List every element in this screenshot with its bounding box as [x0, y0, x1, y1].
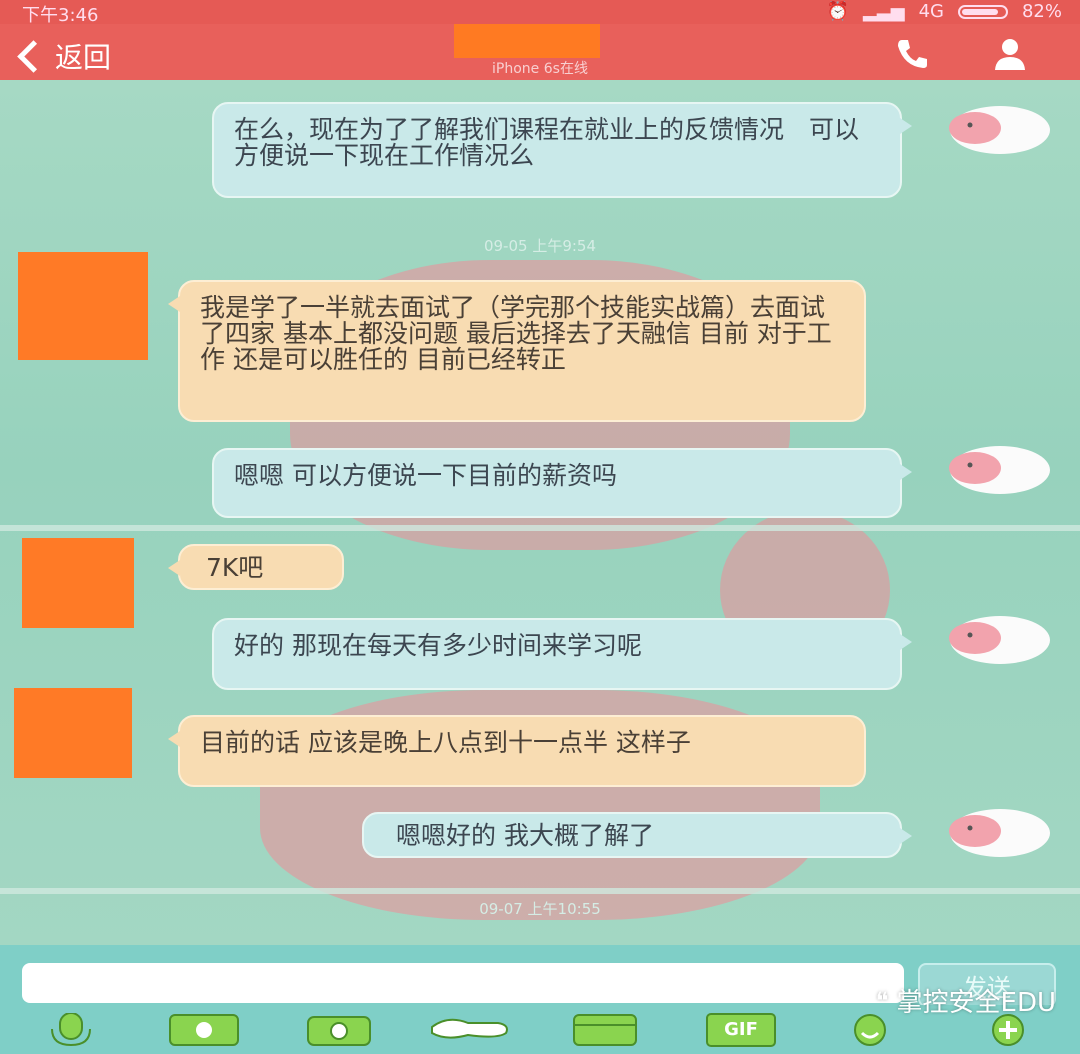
- phone-icon[interactable]: [892, 34, 932, 74]
- message-text: 嗯嗯 可以方便说一下目前的薪资吗: [234, 461, 617, 490]
- message-bubble-sent[interactable]: 嗯嗯好的 我大概了解了: [362, 812, 912, 858]
- message-text: 嗯嗯好的 我大概了解了: [396, 821, 654, 850]
- message-bubble-sent[interactable]: 在么，现在为了了解我们课程在就业上的反馈情况 可以方便说一下现在工作情况么: [212, 102, 912, 198]
- message-text: 我是学了一半就去面试了（学完那个技能实战篇）去面试了四家 基本上都没问题 最后选…: [200, 293, 832, 374]
- status-bar: 下午3:46 ⏰ ▂▃▅ 4G 82%: [0, 0, 1080, 26]
- message-text: 好的 那现在每天有多少时间来学习呢: [234, 631, 642, 660]
- message-bubble-received[interactable]: 7K吧: [168, 544, 344, 590]
- message-input[interactable]: [22, 963, 904, 1003]
- watermark: ❝ 掌控安全EDU: [876, 982, 1056, 1019]
- message-bubble-received[interactable]: 我是学了一半就去面试了（学完那个技能实战篇）去面试了四家 基本上都没问题 最后选…: [168, 280, 866, 422]
- gif-label: GIF: [724, 1019, 758, 1040]
- divider: [0, 888, 1080, 894]
- battery-level: 82%: [1021, 1, 1062, 22]
- battery-icon: [957, 4, 1008, 19]
- message-bubble-sent[interactable]: 好的 那现在每天有多少时间来学习呢: [212, 618, 912, 690]
- chat-area[interactable]: 在么，现在为了了解我们课程在就业上的反馈情况 可以方便说一下现在工作情况么 09…: [0, 80, 1080, 945]
- status-icons: ⏰ ▂▃▅ 4G 82%: [827, 1, 1062, 22]
- contact-avatar-redacted[interactable]: [18, 252, 148, 360]
- message-text: 在么，现在为了了解我们课程在就业上的反馈情况 可以方便说一下现在工作情况么: [234, 115, 860, 170]
- redacted-contact-name: [454, 24, 600, 58]
- contact-avatar-redacted[interactable]: [14, 688, 132, 778]
- my-avatar[interactable]: [940, 808, 1050, 858]
- message-text: 目前的话 应该是晚上八点到十一点半 这样子: [200, 728, 691, 757]
- my-avatar[interactable]: [940, 105, 1050, 155]
- message-timestamp: 09-07 上午10:55: [479, 900, 601, 918]
- my-avatar[interactable]: [940, 445, 1050, 495]
- image-icon[interactable]: [168, 1013, 240, 1047]
- signal-icon: ▂▃▅: [863, 1, 905, 22]
- alarm-icon: ⏰: [826, 1, 850, 22]
- watermark-text: 掌控安全EDU: [896, 988, 1056, 1018]
- my-avatar[interactable]: [940, 615, 1050, 665]
- file-icon[interactable]: [572, 1013, 638, 1047]
- message-bubble-received[interactable]: 目前的话 应该是晚上八点到十一点半 这样子: [168, 715, 866, 787]
- message-bubble-sent[interactable]: 嗯嗯 可以方便说一下目前的薪资吗: [212, 448, 912, 518]
- camera-icon[interactable]: [306, 1013, 372, 1047]
- wechat-icon: ❝: [875, 986, 889, 1015]
- mic-icon[interactable]: [38, 1013, 102, 1047]
- divider: [0, 525, 1080, 531]
- message-text: 7K吧: [206, 553, 264, 582]
- shake-icon[interactable]: [428, 1013, 514, 1047]
- message-timestamp: 09-05 上午9:54: [483, 237, 597, 255]
- nav-bar: 返回 iPhone 6s在线: [0, 24, 1080, 80]
- gif-icon[interactable]: GIF: [706, 1013, 776, 1047]
- network-type: 4G: [918, 1, 944, 22]
- profile-icon[interactable]: [990, 34, 1030, 74]
- contact-avatar-redacted[interactable]: [22, 538, 134, 628]
